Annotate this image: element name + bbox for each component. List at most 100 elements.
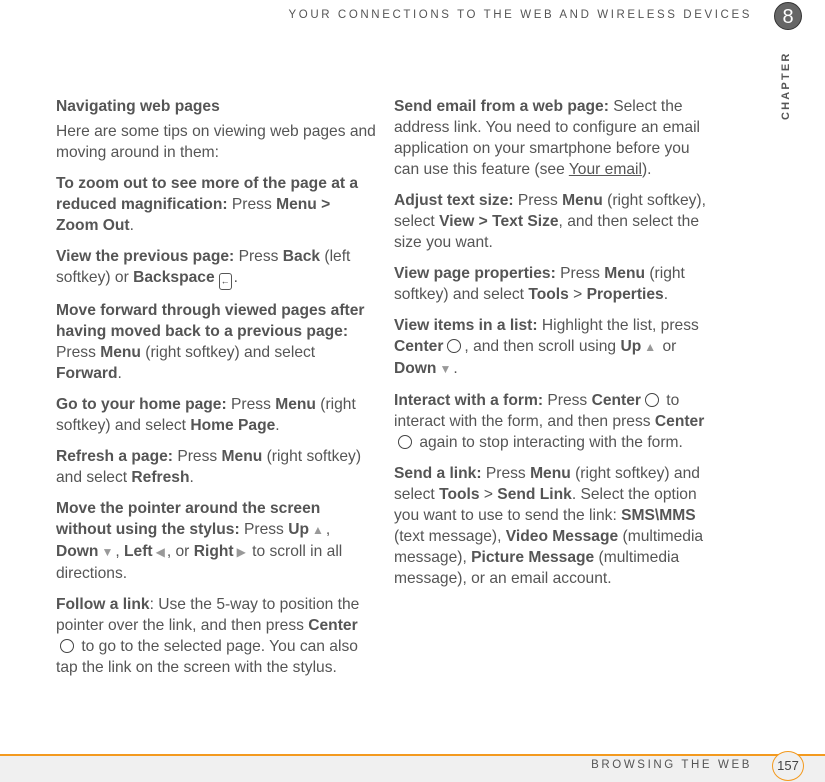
key-name: Up bbox=[288, 521, 309, 538]
tip-text: . bbox=[663, 286, 669, 303]
left-column: Navigating web pages Here are some tips … bbox=[56, 96, 376, 688]
tip-text: (text message), bbox=[394, 528, 506, 545]
tip-text: , or bbox=[166, 543, 194, 560]
tip-text: Press bbox=[227, 196, 277, 213]
key-name: Menu bbox=[275, 396, 316, 413]
menu-command: Tools bbox=[439, 486, 480, 503]
key-name: Backspace bbox=[133, 269, 215, 286]
tip-text: ). bbox=[641, 161, 652, 178]
tip-move-forward: Move forward through viewed pages after … bbox=[56, 300, 376, 384]
down-arrow-icon: ▼ bbox=[439, 362, 452, 376]
tip-text: Highlight the list, press bbox=[537, 317, 699, 334]
tip-move-pointer: Move the pointer around the screen witho… bbox=[56, 498, 376, 584]
tip-text: . bbox=[275, 417, 280, 434]
key-name: Center bbox=[591, 392, 641, 409]
tip-lead: View the previous page: bbox=[56, 248, 235, 265]
tip-text: , bbox=[325, 521, 331, 538]
tip-send-link: Send a link: Press Menu (right softkey) … bbox=[394, 463, 714, 589]
tip-lead: Refresh a page: bbox=[56, 448, 173, 465]
tip-text-size: Adjust text size: Press Menu (right soft… bbox=[394, 190, 714, 253]
intro-paragraph: Here are some tips on viewing web pages … bbox=[56, 123, 376, 161]
tip-text: Press bbox=[513, 192, 563, 209]
center-button-icon bbox=[398, 435, 412, 449]
menu-command: Tools bbox=[528, 286, 569, 303]
tip-text: > bbox=[479, 486, 498, 503]
right-arrow-icon: ▶ bbox=[236, 545, 246, 559]
tip-refresh: Refresh a page: Press Menu (right softke… bbox=[56, 446, 376, 488]
key-name: Menu bbox=[100, 344, 141, 361]
tip-lead: Adjust text size: bbox=[394, 192, 514, 209]
tip-interact-form: Interact with a form: Press Center to in… bbox=[394, 390, 714, 453]
tip-text: Press bbox=[226, 396, 276, 413]
right-column: Send email from a web page: Select the a… bbox=[394, 96, 714, 599]
tip-text: , and then scroll using bbox=[464, 338, 621, 355]
tip-home-page: Go to your home page: Press Menu (right … bbox=[56, 394, 376, 436]
option-name: SMS\MMS bbox=[621, 507, 696, 524]
tip-text: to go to the selected page. You can also… bbox=[56, 638, 358, 676]
tip-lead: Send email from a web page: bbox=[394, 98, 609, 115]
tip-text: Press bbox=[173, 448, 222, 465]
key-name: Left bbox=[124, 543, 153, 560]
tip-text: . bbox=[117, 365, 122, 382]
center-button-icon bbox=[644, 393, 659, 407]
key-name: Menu bbox=[604, 265, 646, 282]
center-button-icon bbox=[60, 639, 74, 653]
key-name: Menu bbox=[221, 448, 263, 465]
menu-command: Refresh bbox=[131, 469, 190, 486]
tip-lead: View page properties: bbox=[394, 265, 556, 282]
tip-lead: Send a link: bbox=[394, 465, 482, 482]
tip-text: > bbox=[568, 286, 587, 303]
tip-previous-page: View the previous page: Press Back (left… bbox=[56, 246, 376, 290]
key-name: Menu bbox=[562, 192, 603, 209]
chapter-label: CHAPTER bbox=[780, 51, 792, 120]
tip-text: Press bbox=[239, 521, 289, 538]
tip-lead: Interact with a form: bbox=[394, 392, 544, 409]
tip-follow-link: Follow a link: Use the 5-way to position… bbox=[56, 594, 376, 678]
key-name: Down bbox=[394, 360, 437, 377]
chapter-number-badge: 8 bbox=[774, 2, 802, 30]
header-title: YOUR CONNECTIONS TO THE WEB AND WIRELESS… bbox=[288, 9, 752, 21]
left-arrow-icon: ◀ bbox=[155, 545, 165, 559]
tip-text: Press bbox=[555, 265, 605, 282]
down-arrow-icon: ▼ bbox=[101, 545, 114, 559]
tip-zoom-out: To zoom out to see more of the page at a… bbox=[56, 173, 376, 236]
backspace-key-icon: ← bbox=[218, 273, 232, 290]
tip-text: Press bbox=[543, 392, 592, 409]
center-button-icon bbox=[447, 339, 462, 353]
tip-text: Press bbox=[56, 344, 101, 361]
footer-title: BROWSING THE WEB bbox=[591, 759, 752, 771]
menu-command: Properties bbox=[586, 286, 664, 303]
key-name: Center bbox=[308, 617, 358, 634]
tip-text: again to stop interacting with the form. bbox=[415, 434, 683, 451]
key-name: Menu bbox=[530, 465, 571, 482]
tip-text: , bbox=[115, 543, 125, 560]
tip-text: (right softkey) and select bbox=[140, 344, 316, 361]
option-name: Picture Message bbox=[471, 549, 595, 566]
tip-list-items: View items in a list: Highlight the list… bbox=[394, 315, 714, 380]
key-name: Up bbox=[620, 338, 642, 355]
tip-text: Press bbox=[481, 465, 531, 482]
menu-command: Home Page bbox=[190, 417, 276, 434]
menu-command: Forward bbox=[56, 365, 118, 382]
up-arrow-icon: ▲ bbox=[311, 523, 324, 537]
page-number-badge: 157 bbox=[772, 751, 804, 781]
menu-command: Send Link bbox=[497, 486, 572, 503]
tip-lead: Go to your home page: bbox=[56, 396, 227, 413]
your-email-link[interactable]: Your email bbox=[569, 161, 642, 178]
tip-page-properties: View page properties: Press Menu (right … bbox=[394, 263, 714, 305]
section-title: Navigating web pages bbox=[56, 98, 220, 115]
tip-text: . bbox=[453, 360, 458, 377]
tip-text: Press bbox=[234, 248, 283, 265]
key-name: Back bbox=[282, 248, 321, 265]
tip-send-email: Send email from a web page: Select the a… bbox=[394, 96, 714, 180]
up-arrow-icon: ▲ bbox=[644, 340, 657, 354]
tip-text: . bbox=[189, 469, 194, 486]
option-name: Video Message bbox=[505, 528, 619, 545]
menu-command: View > Text Size bbox=[439, 213, 559, 230]
tip-text: . bbox=[233, 269, 238, 286]
tip-lead: Move forward through viewed pages after … bbox=[56, 302, 365, 340]
key-name: Down bbox=[56, 543, 99, 560]
key-name: Right bbox=[193, 543, 234, 560]
key-name: Center bbox=[654, 413, 705, 430]
key-name: Center bbox=[394, 338, 444, 355]
